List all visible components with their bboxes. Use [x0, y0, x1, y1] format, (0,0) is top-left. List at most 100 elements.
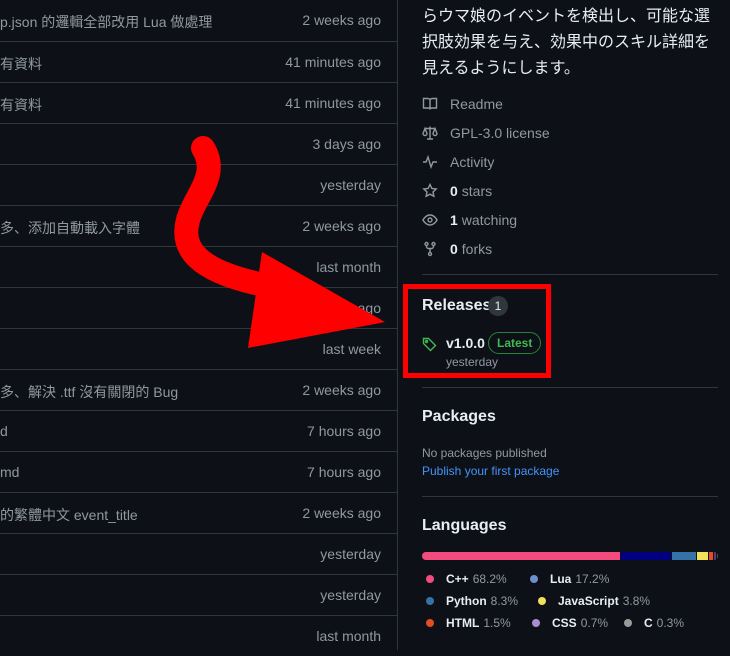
- commit-time: 3 days ago: [312, 136, 382, 152]
- forks-label: forks: [461, 241, 493, 257]
- language-bar-segment: [620, 552, 671, 560]
- language-percent: 8.3%: [490, 594, 519, 608]
- commit-message[interactable]: 有資料: [0, 95, 42, 115]
- file-row[interactable]: p.json 的邏輯全部改用 Lua 做處理 2 weeks ago: [0, 0, 397, 42]
- file-list: p.json 的邏輯全部改用 Lua 做處理 2 weeks ago 有資料 41 …: [0, 0, 398, 650]
- language-item[interactable]: Lua 17.2%: [530, 572, 609, 586]
- language-percent: 3.8%: [622, 594, 651, 608]
- language-bar-segment: [714, 552, 717, 560]
- commit-message[interactable]: 有資料: [0, 54, 42, 74]
- commit-time: 7 hours ago: [307, 464, 381, 480]
- file-row[interactable]: d 7 hours ago: [0, 411, 397, 452]
- divider: [422, 496, 718, 497]
- commit-time: 2 weeks ago: [302, 382, 381, 398]
- license-label: GPL-3.0 license: [450, 125, 550, 141]
- language-percent: 17.2%: [575, 572, 610, 586]
- commit-time: 2 weeks ago: [302, 12, 381, 28]
- book-icon: [422, 97, 438, 110]
- file-row[interactable]: 的繁體中文 event_title 2 weeks ago: [0, 493, 397, 534]
- language-name: JavaScript: [558, 594, 619, 608]
- language-percent: 0.7%: [580, 616, 609, 630]
- law-icon: [422, 126, 438, 140]
- publish-package-link[interactable]: Publish your first package: [422, 464, 559, 478]
- commit-time: 2 weeks ago: [302, 218, 381, 234]
- stars-count: 0: [450, 183, 458, 199]
- language-name: HTML: [446, 616, 480, 630]
- commit-time: last month: [316, 628, 381, 644]
- file-row[interactable]: 3 days ago: [0, 124, 397, 165]
- commit-message[interactable]: 的繁體中文 event_title: [0, 505, 138, 525]
- releases-highlight-box: [403, 284, 551, 378]
- language-percent: 0.3%: [656, 616, 685, 630]
- language-item[interactable]: C 0.3%: [624, 616, 684, 630]
- file-row[interactable]: 多、解決 .ttf 沒有關閉的 Bug 2 weeks ago: [0, 370, 397, 411]
- language-dot: [530, 575, 538, 583]
- forks-count: 0: [450, 241, 458, 257]
- fork-icon: [424, 241, 436, 257]
- commit-time: ago: [357, 300, 381, 316]
- language-item[interactable]: HTML 1.5%: [426, 616, 511, 630]
- languages-title: Languages: [422, 517, 507, 534]
- activity-label: Activity: [450, 154, 495, 170]
- language-name: C++: [446, 572, 469, 586]
- language-item[interactable]: C++ 68.2%: [426, 572, 507, 586]
- file-row[interactable]: yesterday: [0, 575, 397, 616]
- commit-message[interactable]: md: [0, 464, 19, 480]
- language-item[interactable]: Python 8.3%: [426, 594, 518, 608]
- language-name: Python: [446, 594, 487, 608]
- stars-link[interactable]: 0 stars: [422, 181, 492, 201]
- language-bar-segment: [717, 552, 718, 560]
- language-bar-segment: [422, 552, 620, 560]
- commit-time: last month: [316, 259, 381, 275]
- language-name: CSS: [552, 616, 577, 630]
- divider: [422, 387, 718, 388]
- forks-link[interactable]: 0 forks: [422, 239, 492, 259]
- file-row[interactable]: yesterday: [0, 534, 397, 575]
- commit-time: last week: [322, 341, 381, 357]
- language-dot: [426, 619, 434, 627]
- commit-time: yesterday: [320, 587, 381, 603]
- language-dot: [624, 619, 632, 627]
- commit-time: 41 minutes ago: [285, 54, 381, 70]
- language-bar-segment: [671, 552, 696, 560]
- watching-count: 1: [450, 212, 458, 228]
- readme-label: Readme: [450, 96, 503, 112]
- divider: [422, 274, 718, 275]
- file-row[interactable]: 多、添加自動載入字體 2 weeks ago: [0, 206, 397, 247]
- watching-link[interactable]: 1 watching: [422, 210, 517, 230]
- language-dot: [538, 597, 546, 605]
- license-link[interactable]: GPL-3.0 license: [422, 123, 550, 143]
- file-row[interactable]: last week: [0, 329, 397, 370]
- readme-link[interactable]: Readme: [422, 94, 503, 114]
- star-icon: [422, 183, 438, 198]
- file-row[interactable]: md 7 hours ago: [0, 452, 397, 493]
- commit-time: yesterday: [320, 177, 381, 193]
- activity-link[interactable]: Activity: [422, 152, 494, 172]
- watching-label: watching: [461, 212, 518, 228]
- commit-time: 7 hours ago: [307, 423, 381, 439]
- language-dot: [426, 597, 434, 605]
- language-bar-segment: [696, 552, 708, 560]
- file-row[interactable]: last month: [0, 616, 397, 656]
- file-row[interactable]: 有資料 41 minutes ago: [0, 42, 397, 83]
- language-bar-segment: [708, 552, 714, 560]
- file-row[interactable]: 有資料 41 minutes ago: [0, 83, 397, 124]
- commit-message[interactable]: p.json 的邏輯全部改用 Lua 做處理: [0, 12, 212, 32]
- eye-icon: [422, 214, 438, 226]
- packages-title[interactable]: Packages: [422, 408, 496, 426]
- file-row[interactable]: last month: [0, 247, 397, 288]
- no-packages-text: No packages published: [422, 446, 547, 460]
- commit-time: yesterday: [320, 546, 381, 562]
- file-row[interactable]: ago: [0, 288, 397, 329]
- file-row[interactable]: yesterday: [0, 165, 397, 206]
- commit-message[interactable]: 多、添加自動載入字體: [0, 218, 140, 238]
- commit-message[interactable]: 多、解決 .ttf 沒有關閉的 Bug: [0, 382, 178, 402]
- language-item[interactable]: JavaScript 3.8%: [538, 594, 650, 608]
- pulse-icon: [423, 154, 437, 170]
- commit-time: 41 minutes ago: [285, 95, 381, 111]
- language-dot: [532, 619, 540, 627]
- language-item[interactable]: CSS 0.7%: [532, 616, 608, 630]
- commit-message[interactable]: d: [0, 423, 8, 439]
- language-bar: [422, 552, 718, 560]
- stars-label: stars: [461, 183, 493, 199]
